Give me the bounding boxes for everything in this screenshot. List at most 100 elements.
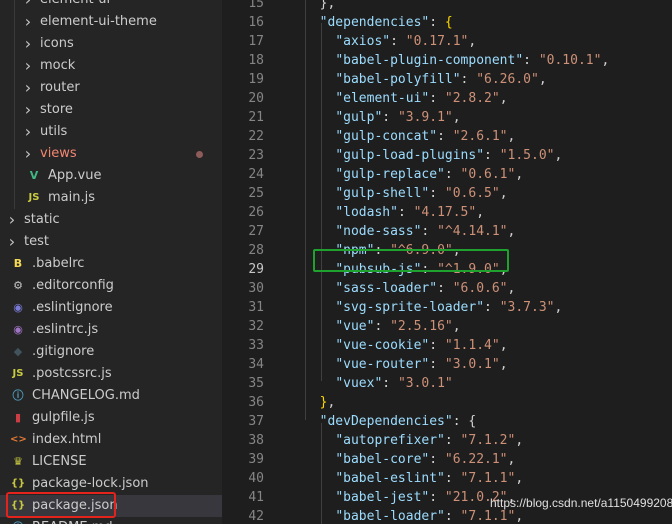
explorer-item-label: README.md — [32, 517, 113, 524]
explorer-item-label: mock — [40, 58, 76, 73]
explorer-item-readme-md[interactable]: ⓘ README.md — [0, 517, 222, 524]
explorer-item-router[interactable]: › router — [0, 77, 222, 99]
explorer-item-icons[interactable]: › icons — [0, 33, 222, 55]
code-token: : { — [452, 414, 477, 429]
code-line[interactable]: 38 "autoprefixer": "7.1.2", — [222, 431, 672, 450]
explorer-sidebar: ›element-ui›element-ui-theme›icons›mock›… — [0, 0, 222, 524]
explorer-item-main-js[interactable]: JS main.js — [0, 187, 222, 209]
code-line[interactable]: 37 "devDependencies": { — [222, 412, 672, 431]
code-line[interactable]: 27 "node-sass": "^4.14.1", — [222, 222, 672, 241]
explorer-item-label: .eslintrc.js — [32, 322, 99, 337]
explorer-item-store[interactable]: › store — [0, 99, 222, 121]
explorer-item-test[interactable]: › test — [0, 231, 222, 253]
explorer-item-element-ui[interactable]: › element-ui — [0, 0, 222, 11]
code-token: "6.22.1" — [444, 452, 508, 467]
explorer-item-index-html[interactable]: <> index.html — [0, 429, 222, 451]
javascript-icon: JS — [28, 192, 40, 203]
code-token: "gulp-shell" — [335, 186, 430, 201]
code-line[interactable]: 35 "vuex": "3.0.1" — [222, 374, 672, 393]
explorer-item-gitignore[interactable]: ◆ .gitignore — [0, 341, 222, 363]
code-line[interactable]: 31 "svg-sprite-loader": "3.7.3", — [222, 298, 672, 317]
code-line[interactable]: 16 "dependencies": { — [222, 13, 672, 32]
chevron-right-icon: › — [24, 78, 32, 97]
code-token: "lodash" — [335, 205, 398, 220]
modified-dot-icon — [196, 151, 203, 158]
code-token: : — [437, 281, 453, 296]
code-line[interactable]: 39 "babel-core": "6.22.1", — [222, 450, 672, 469]
code-line[interactable]: 33 "vue-cookie": "1.1.4", — [222, 336, 672, 355]
explorer-item-label: .editorconfig — [32, 278, 114, 293]
gear-icon: ⚙ — [13, 279, 23, 292]
explorer-item-element-ui-theme[interactable]: › element-ui-theme — [0, 11, 222, 33]
explorer-item-utils[interactable]: › utils — [0, 121, 222, 143]
code-line[interactable]: 24 "gulp-replace": "0.6.1", — [222, 165, 672, 184]
chevron-right-icon: › — [24, 100, 32, 119]
code-token: : — [421, 224, 438, 239]
code-line[interactable]: 34 "vue-router": "3.0.1", — [222, 355, 672, 374]
code-line[interactable]: 23 "gulp-load-plugins": "1.5.0", — [222, 146, 672, 165]
code-line[interactable]: 19 "babel-polyfill": "6.26.0", — [222, 70, 672, 89]
code-text: "gulp-shell": "0.6.5", — [304, 184, 507, 203]
code-token: : — [429, 490, 445, 505]
explorer-item-mock[interactable]: › mock — [0, 55, 222, 77]
code-token: , — [468, 34, 477, 49]
explorer-item-label: index.html — [32, 432, 102, 447]
explorer-item-babelrc[interactable]: B .babelrc — [0, 253, 222, 275]
explorer-item-eslintignore[interactable]: ◉ .eslintignore — [0, 297, 222, 319]
explorer-item-editorconfig[interactable]: ⚙ .editorconfig — [0, 275, 222, 297]
chevron-right-icon: › — [24, 34, 32, 53]
explorer-item-changelog-md[interactable]: ⓘ CHANGELOG.md — [0, 385, 222, 407]
explorer-item-views[interactable]: › views — [0, 143, 222, 165]
explorer-item-label: LICENSE — [32, 454, 87, 469]
explorer-item-label: icons — [40, 36, 74, 51]
indent-guide — [14, 77, 15, 99]
explorer-item-app-vue[interactable]: V App.vue — [0, 165, 222, 187]
code-token: "babel-plugin-component" — [335, 53, 524, 68]
code-line[interactable]: 15 }, — [222, 0, 672, 13]
code-line[interactable]: 36 }, — [222, 393, 672, 412]
code-token: "axios" — [335, 34, 391, 49]
babel-icon: B — [13, 257, 23, 270]
code-line[interactable]: 26 "lodash": "4.17.5", — [222, 203, 672, 222]
code-line[interactable]: 32 "vue": "2.5.16", — [222, 317, 672, 336]
code-token: "0.10.1" — [538, 53, 602, 68]
explorer-item-static[interactable]: › static — [0, 209, 222, 231]
line-number: 25 — [248, 186, 264, 201]
code-line[interactable]: 18 "babel-plugin-component": "0.10.1", — [222, 51, 672, 70]
indent-guide — [14, 99, 15, 121]
code-line[interactable]: 22 "gulp-concat": "2.6.1", — [222, 127, 672, 146]
line-number: 38 — [248, 433, 264, 448]
code-token: "gulp-load-plugins" — [335, 148, 485, 163]
explorer-item-postcssrc-js[interactable]: JS .postcssrc.js — [0, 363, 222, 385]
code-line[interactable]: 30 "sass-loader": "6.0.6", — [222, 279, 672, 298]
code-line[interactable]: 25 "gulp-shell": "0.6.5", — [222, 184, 672, 203]
code-line[interactable]: 17 "axios": "0.17.1", — [222, 32, 672, 51]
code-token: , — [327, 395, 336, 410]
code-token: "2.6.1" — [452, 129, 508, 144]
explorer-item-label: CHANGELOG.md — [32, 388, 140, 403]
explorer-item-eslintrc-js[interactable]: ◉ .eslintrc.js — [0, 319, 222, 341]
code-text: }, — [304, 0, 336, 13]
code-token: { — [444, 15, 453, 30]
code-line[interactable]: 21 "gulp": "3.9.1", — [222, 108, 672, 127]
code-token: : — [397, 205, 414, 220]
explorer-item-license[interactable]: ♛ LICENSE — [0, 451, 222, 473]
code-text: "babel-plugin-component": "0.10.1", — [304, 51, 609, 70]
code-token: , — [507, 281, 516, 296]
explorer-item-label: App.vue — [48, 168, 102, 183]
code-line[interactable]: 40 "babel-eslint": "7.1.1", — [222, 469, 672, 488]
indent-guide — [14, 55, 15, 77]
code-line[interactable]: 20 "element-ui": "2.8.2", — [222, 89, 672, 108]
javascript-icon: JS — [12, 368, 24, 379]
indent-guide — [305, 0, 306, 420]
line-number: 41 — [248, 490, 264, 505]
code-token: : — [484, 148, 500, 163]
explorer-item-gulpfile-js[interactable]: ▮ gulpfile.js — [0, 407, 222, 429]
line-number: 36 — [248, 395, 264, 410]
